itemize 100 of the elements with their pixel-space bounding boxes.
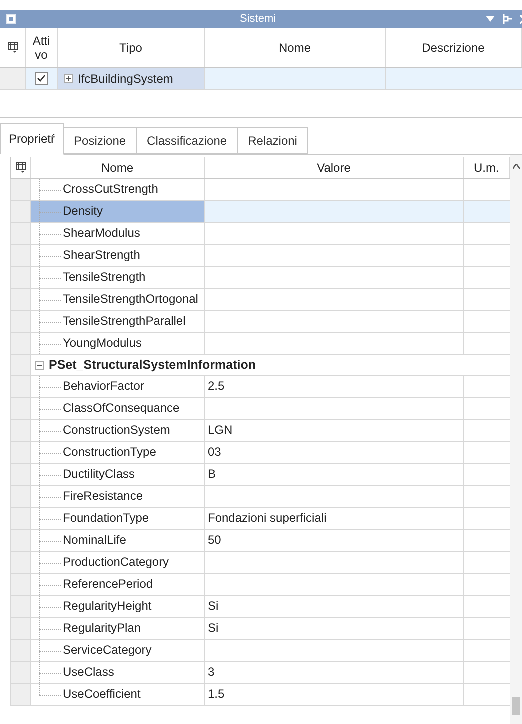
property-name[interactable]: ShearStrength xyxy=(63,248,140,262)
table-row[interactable]: IfcBuildingSystem xyxy=(0,68,522,90)
property-row[interactable]: NominalLife 50 xyxy=(10,530,510,552)
row-indicator xyxy=(11,640,31,661)
property-name[interactable]: RegularityHeight xyxy=(63,599,152,613)
property-row[interactable]: ShearStrength xyxy=(10,245,510,267)
row-indicator xyxy=(11,311,31,332)
table-cell-text: IfcBuildingSystem xyxy=(78,70,174,88)
property-name[interactable]: ProductionCategory xyxy=(63,555,170,569)
scroll-thumb[interactable] xyxy=(512,697,520,715)
property-name[interactable]: YoungModulus xyxy=(63,336,142,350)
scroll-up-icon[interactable] xyxy=(513,164,520,169)
pin-icon[interactable] xyxy=(503,14,512,24)
property-row[interactable]: DuctilityClass B xyxy=(10,464,510,486)
property-name[interactable]: UseCoefficient xyxy=(63,687,141,701)
property-row[interactable]: BehaviorFactor 2.5 xyxy=(10,376,510,398)
property-name[interactable]: Density xyxy=(63,204,104,218)
property-name[interactable]: ClassOfConsequance xyxy=(63,401,180,415)
property-value: Si xyxy=(208,599,219,613)
property-name[interactable]: CrossCutStrength xyxy=(63,182,158,196)
property-name[interactable]: ServiceCategory xyxy=(63,643,152,657)
row-indicator xyxy=(11,223,31,244)
row-indicator xyxy=(11,442,31,463)
property-name[interactable]: FireResistance xyxy=(63,489,144,503)
property-value: B xyxy=(208,467,216,481)
column-header[interactable]: Valore xyxy=(205,157,464,178)
property-name[interactable]: ConstructionSystem xyxy=(63,423,170,437)
property-row[interactable]: ProductionCategory xyxy=(10,552,510,574)
checkbox[interactable] xyxy=(35,72,48,85)
row-indicator xyxy=(11,552,31,573)
property-name[interactable]: ShearModulus xyxy=(63,226,140,240)
property-value: Si xyxy=(208,621,219,635)
row-indicator xyxy=(11,201,31,222)
row-indicator xyxy=(11,398,31,419)
property-row[interactable]: ReferencePeriod xyxy=(10,574,510,596)
property-row[interactable]: FoundationType Fondazioni superficiali xyxy=(10,508,510,530)
dropdown-icon[interactable] xyxy=(486,16,495,22)
tab[interactable]: Classificazione xyxy=(137,127,238,154)
row-indicator xyxy=(11,420,31,441)
property-name[interactable]: UseClass xyxy=(63,665,114,679)
property-row[interactable]: ShearModulus xyxy=(10,223,510,245)
row-indicator xyxy=(11,574,31,595)
column-chooser-icon[interactable] xyxy=(8,42,18,53)
property-name[interactable]: RegularityPlan xyxy=(63,621,142,635)
property-name[interactable]: BehaviorFactor xyxy=(63,379,144,393)
property-name[interactable]: ReferencePeriod xyxy=(63,577,154,591)
row-indicator xyxy=(11,333,31,354)
column-header[interactable]: Tipo xyxy=(58,28,205,67)
property-name[interactable]: TensileStrengthOrtogonal xyxy=(63,292,198,306)
column-chooser-icon[interactable] xyxy=(16,162,26,173)
column-header[interactable]: Nome xyxy=(205,28,386,67)
column-header[interactable]: Atti vo xyxy=(26,28,58,67)
row-indicator xyxy=(11,508,31,529)
row-indicator xyxy=(11,684,31,705)
tab[interactable]: Proprietŕ xyxy=(0,123,64,155)
property-row[interactable]: ServiceCategory xyxy=(10,640,510,662)
property-value: 1.5 xyxy=(208,687,225,701)
property-name[interactable]: TensileStrengthParallel xyxy=(63,314,186,328)
property-row[interactable]: ConstructionType 03 xyxy=(10,442,510,464)
row-indicator xyxy=(11,530,31,551)
property-value: 3 xyxy=(208,665,215,679)
window-icon xyxy=(6,14,16,24)
property-name[interactable]: NominalLife xyxy=(63,533,126,547)
property-row[interactable]: UseClass 3 xyxy=(10,662,510,684)
collapse-icon[interactable] xyxy=(35,360,44,370)
property-value: 03 xyxy=(208,445,222,459)
property-value: Fondazioni superficiali xyxy=(208,511,327,525)
property-row[interactable]: RegularityHeight Si xyxy=(10,596,510,618)
property-name[interactable]: TensileStrength xyxy=(63,270,146,284)
property-row[interactable]: UseCoefficient 1.5 xyxy=(10,684,510,706)
row-indicator xyxy=(11,245,31,266)
column-header[interactable]: Nome xyxy=(31,157,205,178)
property-name[interactable]: DuctilityClass xyxy=(63,467,136,481)
row-indicator xyxy=(11,618,31,639)
tab[interactable]: Relazioni xyxy=(238,127,308,154)
column-header[interactable]: Descrizione xyxy=(386,28,522,67)
row-indicator xyxy=(11,267,31,288)
property-row[interactable]: FireResistance xyxy=(10,486,510,508)
property-row[interactable]: RegularityPlan Si xyxy=(10,618,510,640)
row-indicator xyxy=(11,289,31,310)
property-row[interactable]: TensileStrength xyxy=(10,267,510,289)
group-header[interactable]: PSet_StructuralSystemInformation xyxy=(49,356,256,374)
row-indicator xyxy=(11,486,31,507)
property-row[interactable]: TensileStrengthParallel xyxy=(10,311,510,333)
property-name[interactable]: FoundationType xyxy=(63,511,150,525)
row-indicator xyxy=(11,596,31,617)
property-name[interactable]: ConstructionType xyxy=(63,445,156,459)
property-row[interactable]: ConstructionSystem LGN xyxy=(10,420,510,442)
row-indicator xyxy=(11,464,31,485)
property-row[interactable]: Density xyxy=(10,201,510,223)
expand-icon[interactable] xyxy=(64,74,73,83)
property-row[interactable]: YoungModulus xyxy=(10,333,510,355)
tab[interactable]: Posizione xyxy=(64,127,138,154)
row-indicator xyxy=(11,355,31,375)
scrollbar[interactable] xyxy=(510,155,522,724)
property-row[interactable]: ClassOfConsequance xyxy=(10,398,510,420)
property-value: 2.5 xyxy=(208,379,225,393)
property-value: 50 xyxy=(208,533,222,547)
group-row[interactable]: PSet_StructuralSystemInformation xyxy=(10,355,510,376)
property-row[interactable]: TensileStrengthOrtogonal xyxy=(10,289,510,311)
